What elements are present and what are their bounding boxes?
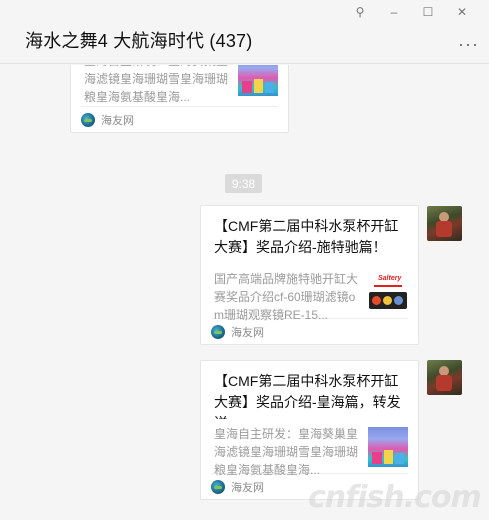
card-thumbnail: [238, 65, 278, 96]
time-badge: 9:38: [225, 174, 262, 193]
card-thumbnail: Saltery: [368, 272, 408, 312]
source-name: 海友网: [231, 326, 264, 339]
maximize-button[interactable]: ☐: [411, 3, 445, 21]
card-thumbnail: [368, 427, 408, 467]
card-title: 【CMF第二届中科水泵杯开缸大赛】奖品介绍-皇海篇，转发送...: [214, 373, 401, 419]
more-options-icon[interactable]: ···: [458, 34, 479, 55]
avatar[interactable]: [427, 206, 462, 241]
window-controls: ⚲ – ☐ ✕: [343, 3, 479, 21]
watermark: cnfish.com: [308, 480, 482, 515]
chat-area[interactable]: 皇海自主研发：皇海葵巢皇海滤镜皇海珊瑚雪皇海珊瑚粮皇海氨基酸皇海... 海友网 …: [0, 65, 489, 520]
avatar[interactable]: [427, 360, 462, 395]
card-description: 国产高端品牌施特驰开缸大赛奖品介绍cf-60珊瑚滤镜om珊瑚观察镜RE-15..…: [214, 272, 359, 322]
link-card-incoming[interactable]: 皇海自主研发：皇海葵巢皇海滤镜皇海珊瑚雪皇海珊瑚粮皇海氨基酸皇海... 海友网: [70, 65, 289, 133]
source-icon: [81, 112, 95, 127]
source-name: 海友网: [231, 481, 264, 494]
minimize-button[interactable]: –: [377, 3, 411, 21]
source-icon: [211, 479, 225, 494]
card-description: 皇海自主研发：皇海葵巢皇海滤镜皇海珊瑚雪皇海珊瑚粮皇海氨基酸皇海...: [84, 65, 229, 104]
chat-title: 海水之舞4 大航海时代 (437): [25, 31, 253, 51]
close-button[interactable]: ✕: [445, 3, 479, 21]
thumbnail-brand: Saltery: [378, 275, 402, 282]
card-description: 皇海自主研发：皇海葵巢皇海滤镜皇海珊瑚雪皇海珊瑚粮皇海氨基酸皇海...: [214, 427, 359, 477]
link-card-outgoing[interactable]: 【CMF第二届中科水泵杯开缸大赛】奖品介绍-施特驰篇！ 国产高端品牌施特驰开缸大…: [200, 205, 419, 345]
source-icon: [211, 324, 225, 339]
link-card-outgoing[interactable]: 【CMF第二届中科水泵杯开缸大赛】奖品介绍-皇海篇，转发送... 皇海自主研发：…: [200, 360, 419, 500]
pin-icon[interactable]: ⚲: [343, 3, 377, 21]
card-title: 【CMF第二届中科水泵杯开缸大赛】奖品介绍-施特驰篇！: [214, 218, 399, 255]
source-name: 海友网: [101, 114, 134, 127]
title-bar: ⚲ – ☐ ✕ 海水之舞4 大航海时代 (437) ···: [0, 0, 489, 64]
